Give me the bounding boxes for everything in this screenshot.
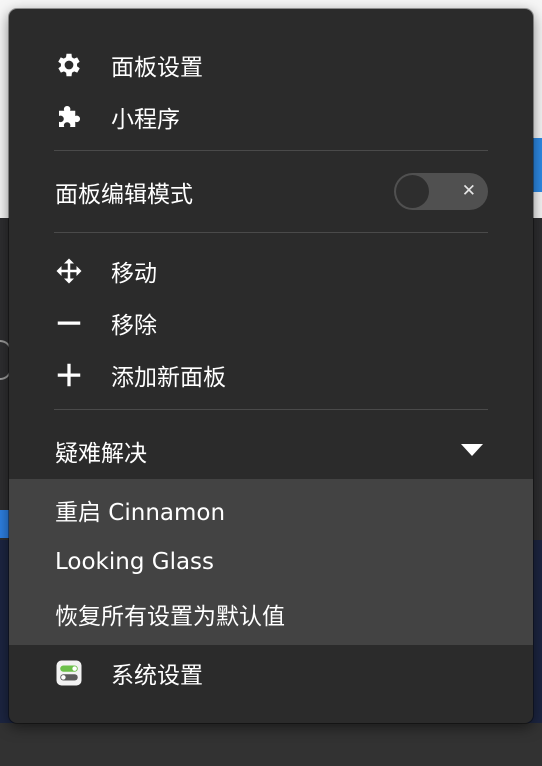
panel-edit-mode-toggle[interactable]: ✕ [394, 173, 488, 210]
taskbar [0, 723, 542, 766]
submenu-item-label: Looking Glass [55, 549, 215, 575]
menu-item-label: 移动 [111, 261, 157, 287]
system-settings-icon [53, 657, 85, 689]
menu-item-system-settings[interactable]: 系统设置 [9, 650, 533, 696]
gear-icon [53, 49, 85, 81]
menu-separator [54, 409, 488, 410]
menu-item-label: 系统设置 [111, 663, 203, 689]
menu-item-label: 面板编辑模式 [55, 182, 193, 208]
menu-separator [54, 150, 488, 151]
submenu-item-looking-glass[interactable]: Looking Glass [9, 539, 533, 585]
move-arrows-icon [53, 255, 85, 287]
menu-item-applets[interactable]: 小程序 [9, 94, 533, 140]
submenu-item-restore-defaults[interactable]: 恢复所有设置为默认值 [9, 591, 533, 637]
submenu-item-label: 恢复所有设置为默认值 [55, 604, 285, 630]
menu-item-label: 面板设置 [111, 55, 203, 81]
toggle-knob [396, 175, 429, 208]
triangle-down-icon[interactable] [461, 444, 483, 456]
menu-item-label: 疑难解决 [55, 441, 147, 467]
menu-item-troubleshoot[interactable]: 疑难解决 [9, 428, 533, 474]
menu-item-label: 小程序 [111, 107, 180, 133]
minus-icon [53, 307, 85, 339]
troubleshoot-submenu: 重启 Cinnamon Looking Glass 恢复所有设置为默认值 [9, 479, 533, 645]
menu-item-label: 添加新面板 [111, 365, 226, 391]
menu-item-remove[interactable]: 移除 [9, 300, 533, 346]
submenu-item-label: 重启 Cinnamon [55, 500, 226, 526]
toggle-off-icon: ✕ [461, 181, 476, 201]
panel-context-menu: 面板设置 小程序 面板编辑模式 ✕ 移动 移除 添加新面板 疑难解决 重启 Ci… [9, 9, 533, 723]
menu-separator [54, 232, 488, 233]
plus-icon [53, 359, 85, 391]
menu-item-add-new-panel[interactable]: 添加新面板 [9, 352, 533, 398]
puzzle-icon [53, 101, 85, 133]
menu-item-panel-settings[interactable]: 面板设置 [9, 42, 533, 88]
submenu-item-restart-cinnamon[interactable]: 重启 Cinnamon [9, 487, 533, 533]
menu-item-label: 移除 [111, 313, 157, 339]
menu-item-move[interactable]: 移动 [9, 248, 533, 294]
